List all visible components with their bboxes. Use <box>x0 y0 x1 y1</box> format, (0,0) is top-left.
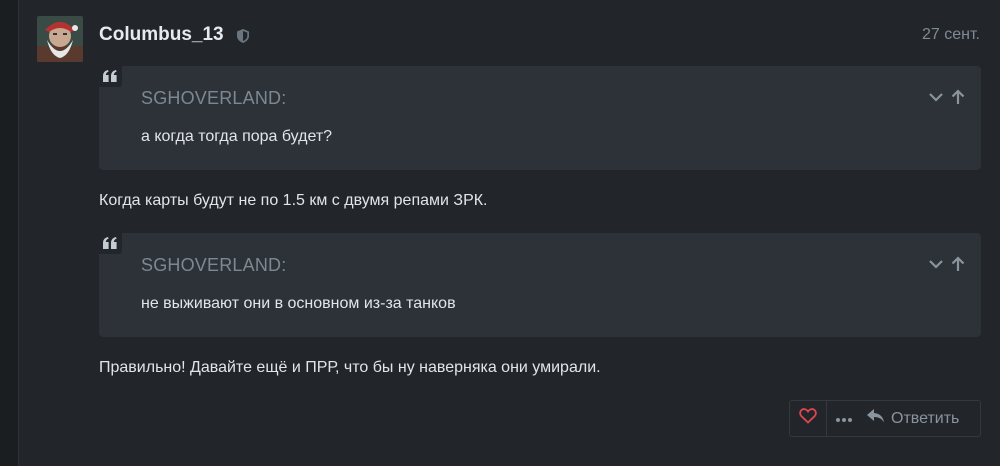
chevron-down-icon[interactable] <box>927 255 945 273</box>
more-icon <box>835 410 853 428</box>
quote-icon <box>98 65 122 87</box>
reply-button[interactable]: Ответить <box>861 409 959 428</box>
quote-block: SGHOVERLAND: а когда тогда пора будет? <box>98 65 981 170</box>
heart-icon <box>799 408 817 429</box>
arrow-up-icon[interactable] <box>949 255 967 273</box>
quote-icon <box>98 232 122 254</box>
avatar[interactable] <box>37 16 83 62</box>
reply-label: Ответить <box>891 409 960 427</box>
post-text: Правильно! Давайте ещё и ПРР, что бы ну … <box>99 359 601 376</box>
quote-text: не выживают они в основном из-за танков <box>141 295 456 312</box>
more-options-button[interactable] <box>827 410 861 428</box>
quote-block: SGHOVERLAND: не выживают они в основном … <box>98 232 981 337</box>
author-name[interactable]: Columbus_13 <box>99 24 224 46</box>
quote-author[interactable]: SGHOVERLAND: <box>141 88 286 109</box>
chevron-down-icon[interactable] <box>927 88 945 106</box>
arrow-up-icon[interactable] <box>949 88 967 106</box>
post-actions: Ответить <box>789 400 981 437</box>
reply-icon <box>867 409 885 428</box>
forum-post: Columbus_13 27 сент. SGHOVERLAND: а когд… <box>18 0 1000 466</box>
like-button[interactable] <box>790 401 827 436</box>
post-text: Когда карты будут не по 1.5 км с двумя р… <box>99 192 488 209</box>
quote-text: а когда тогда пора будет? <box>141 128 333 145</box>
shield-icon <box>237 29 249 43</box>
quote-author[interactable]: SGHOVERLAND: <box>141 255 286 276</box>
post-date[interactable]: 27 сент. <box>922 26 980 44</box>
